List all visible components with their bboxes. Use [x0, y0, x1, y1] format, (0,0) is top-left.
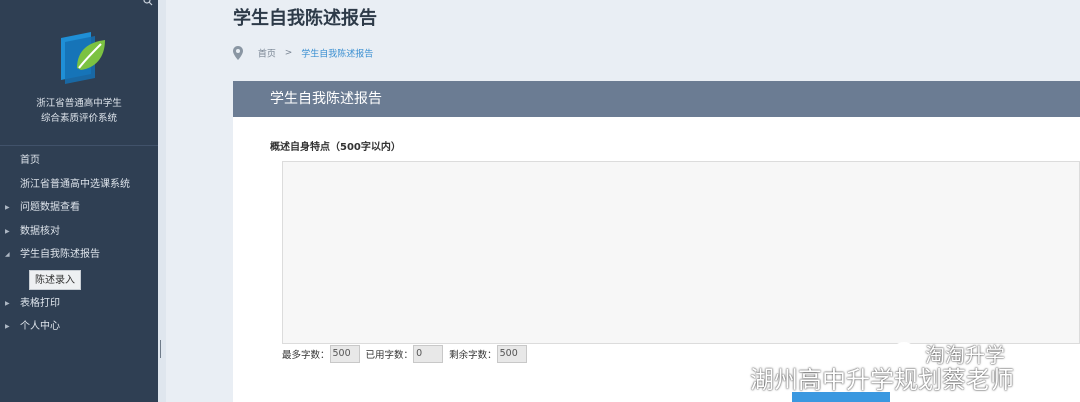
watermark-weibo: 湖州高中升学规划蔡老师 — [706, 360, 1014, 394]
sidebar-item-label: 问题数据查看 — [20, 202, 80, 213]
self-description-textarea[interactable] — [282, 161, 1080, 344]
remaining-count-label: 剩余字数： — [449, 350, 497, 361]
caret-right-icon: ▶ — [5, 227, 10, 235]
sidebar-item-label: 表格打印 — [20, 297, 60, 309]
watermark-line2: 湖州高中升学规划蔡老师 — [750, 365, 1014, 394]
weibo-icon — [706, 362, 746, 392]
max-count-label: 最多字数： — [282, 350, 330, 361]
sidebar-item-label: 个人中心 — [20, 321, 60, 332]
caret-down-icon: ◢ — [5, 251, 10, 258]
used-count-label: 已用字数： — [365, 350, 414, 361]
sidebar-item-data-check[interactable]: ▶ 数据核对 — [0, 220, 158, 244]
caret-right-icon: ▶ — [5, 204, 10, 211]
breadcrumb-separator: > — [284, 48, 293, 58]
sidebar-divider — [0, 145, 158, 146]
sidebar-subitem-container: 陈述录入 — [0, 267, 158, 292]
sidebar: 浙江省普通高中学生 综合素质评价系统 首页 浙江省普通高中选课系统 ▶ 问题数据查… — [0, 0, 158, 402]
text-cursor — [160, 340, 161, 358]
self-description-label: 概述自身特点（500字以内） — [270, 142, 401, 153]
sidebar-nav: 首页 浙江省普通高中选课系统 ▶ 问题数据查看 ▶ 数据核对 ◢ 学生自我陈述报告 陈… — [0, 149, 158, 339]
system-logo — [55, 24, 115, 84]
location-pin-icon — [233, 46, 243, 60]
sidebar-item-course-selection[interactable]: 浙江省普通高中选课系统 — [0, 173, 158, 197]
sidebar-item-label: 学生自我陈述报告 — [20, 249, 100, 260]
sidebar-item-home[interactable]: 首页 — [0, 149, 158, 173]
remaining-count-value: 500 — [496, 345, 527, 363]
caret-right-icon: ▶ — [5, 299, 10, 307]
used-count-value: 0 — [413, 345, 444, 363]
sidebar-item-self-report[interactable]: ◢ 学生自我陈述报告 — [0, 243, 158, 267]
word-count-bar: 最多字数： 500 已用字数： 0 剩余字数： 500 — [282, 345, 530, 363]
breadcrumb-current: 学生自我陈述报告 — [301, 49, 374, 60]
breadcrumb-home-link[interactable]: 首页 — [258, 50, 276, 60]
sidebar-item-label: 数据核对 — [20, 225, 60, 237]
sidebar-item-form-print[interactable]: ▶ 表格打印 — [0, 292, 158, 316]
sidebar-item-personal-center[interactable]: ▶ 个人中心 — [0, 315, 158, 339]
sidebar-item-label: 首页 — [20, 155, 40, 166]
search-icon[interactable] — [143, 0, 153, 6]
system-name-line2: 综合素质评价系统 — [40, 113, 117, 124]
page-title: 学生自我陈述报告 — [233, 8, 377, 29]
max-count-value: 500 — [329, 345, 360, 363]
sidebar-item-label: 浙江省普通高中选课系统 — [20, 178, 130, 190]
breadcrumb: 首页 > 学生自我陈述报告 — [233, 46, 373, 60]
sidebar-item-problem-data[interactable]: ▶ 问题数据查看 — [0, 196, 158, 220]
system-name-line1: 浙江省普通高中学生 — [36, 98, 122, 109]
sidebar-subitem-statement-entry[interactable]: 陈述录入 — [29, 269, 81, 290]
caret-right-icon: ▶ — [5, 323, 10, 330]
panel-header: 学生自我陈述报告 — [233, 81, 1080, 117]
